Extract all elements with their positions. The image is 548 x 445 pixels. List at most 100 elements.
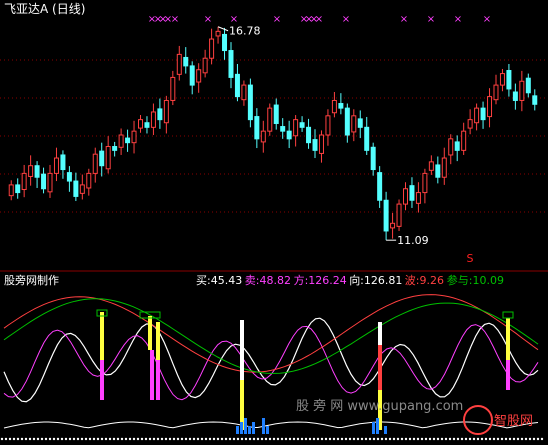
baseline-dot: [316, 437, 320, 441]
baseline-dot: [424, 437, 428, 441]
candle-body: [163, 99, 169, 124]
baseline-dot: [196, 437, 200, 441]
indicator-readout: 参与:10.09: [447, 273, 504, 287]
baseline-dot: [16, 437, 20, 441]
baseline-dot: [372, 437, 376, 441]
baseline-dot: [80, 437, 84, 441]
baseline-dot: [504, 437, 508, 441]
baseline-dot: [52, 437, 56, 441]
baseline-dot: [212, 437, 216, 441]
baseline-dot: [300, 437, 304, 441]
baseline-dot: [72, 437, 76, 441]
candle-body: [241, 84, 247, 101]
candle-body: [318, 134, 324, 154]
baseline-dot: [332, 437, 336, 441]
candle-body: [73, 180, 79, 197]
candle-body: [480, 107, 486, 121]
candle-body: [474, 107, 480, 124]
volume-bar: [248, 426, 251, 434]
candle-body: [409, 185, 415, 201]
baseline-dot: [224, 437, 228, 441]
baseline-dot: [200, 437, 204, 441]
indicator-readout: 买:45.43: [196, 274, 242, 287]
baseline-dot: [272, 437, 276, 441]
baseline-dot: [100, 437, 104, 441]
signal-bar: [506, 318, 510, 360]
baseline-dot: [500, 437, 504, 441]
candle-body: [396, 203, 402, 227]
signal-bar: [156, 322, 160, 360]
signal-bar: [150, 350, 154, 400]
baseline-dot: [416, 437, 420, 441]
baseline-dot: [508, 437, 512, 441]
baseline-dot: [396, 437, 400, 441]
baseline-dot: [144, 437, 148, 441]
baseline-dot: [128, 437, 132, 441]
baseline-dot: [312, 437, 316, 441]
baseline-dot: [436, 437, 440, 441]
candle-body: [331, 99, 337, 114]
baseline-dot: [464, 437, 468, 441]
baseline-dot: [24, 437, 28, 441]
candle-body: [189, 65, 195, 86]
baseline-dot: [324, 437, 328, 441]
baseline-dot: [76, 437, 80, 441]
baseline-dot: [36, 437, 40, 441]
candle-body: [144, 122, 150, 128]
candle-body: [344, 107, 350, 136]
candle-body: [435, 164, 441, 178]
baseline-dot: [176, 437, 180, 441]
low-price-label: 11.09: [397, 234, 429, 247]
candle-body: [487, 96, 493, 118]
baseline-dot: [380, 437, 384, 441]
baseline-dot: [180, 437, 184, 441]
baseline-dot: [156, 437, 160, 441]
baseline-dot: [384, 437, 388, 441]
signal-bar: [100, 312, 104, 360]
candle-body: [86, 172, 92, 189]
candle-body: [53, 157, 59, 174]
signal-bar: [378, 345, 382, 390]
baseline-dot: [228, 437, 232, 441]
baseline-dot: [104, 437, 108, 441]
watermark-text: 股 旁 网 www.gupang.com: [296, 398, 463, 414]
baseline-dot: [320, 437, 324, 441]
baseline-dot: [480, 437, 484, 441]
candle-body: [234, 73, 240, 98]
baseline-dot: [364, 437, 368, 441]
baseline-dot: [468, 437, 472, 441]
candle-body: [118, 134, 124, 148]
baseline-dot: [352, 437, 356, 441]
baseline-dot: [160, 437, 164, 441]
signal-bar: [240, 320, 244, 380]
candle-body: [183, 56, 189, 67]
baseline-dot: [360, 437, 364, 441]
candle-body: [364, 126, 370, 151]
candle-body: [267, 107, 273, 132]
baseline-dot: [492, 437, 496, 441]
candle-body: [176, 53, 182, 75]
indicator-name: 股旁网制作: [4, 273, 59, 287]
baseline-dot: [244, 437, 248, 441]
baseline-dot: [496, 437, 500, 441]
candle-body: [357, 118, 363, 128]
signal-box: [502, 311, 514, 319]
baseline-dot: [140, 437, 144, 441]
baseline-dot: [476, 437, 480, 441]
baseline-dot: [116, 437, 120, 441]
candle-body: [260, 130, 266, 143]
candle-body: [299, 122, 305, 128]
candle-body: [370, 146, 376, 171]
candle-body: [170, 76, 176, 101]
candle-body: [280, 126, 286, 132]
baseline-dot: [484, 437, 488, 441]
baseline-dot: [304, 437, 308, 441]
baseline-dot: [328, 437, 332, 441]
candle-body: [338, 103, 344, 109]
candle-body: [454, 141, 460, 151]
signal-x-marker: ×: [454, 14, 462, 25]
indicator-readout: 向:126.81: [349, 273, 402, 287]
candle-body: [99, 150, 105, 167]
baseline-dot: [164, 437, 168, 441]
candle-body: [92, 153, 98, 174]
